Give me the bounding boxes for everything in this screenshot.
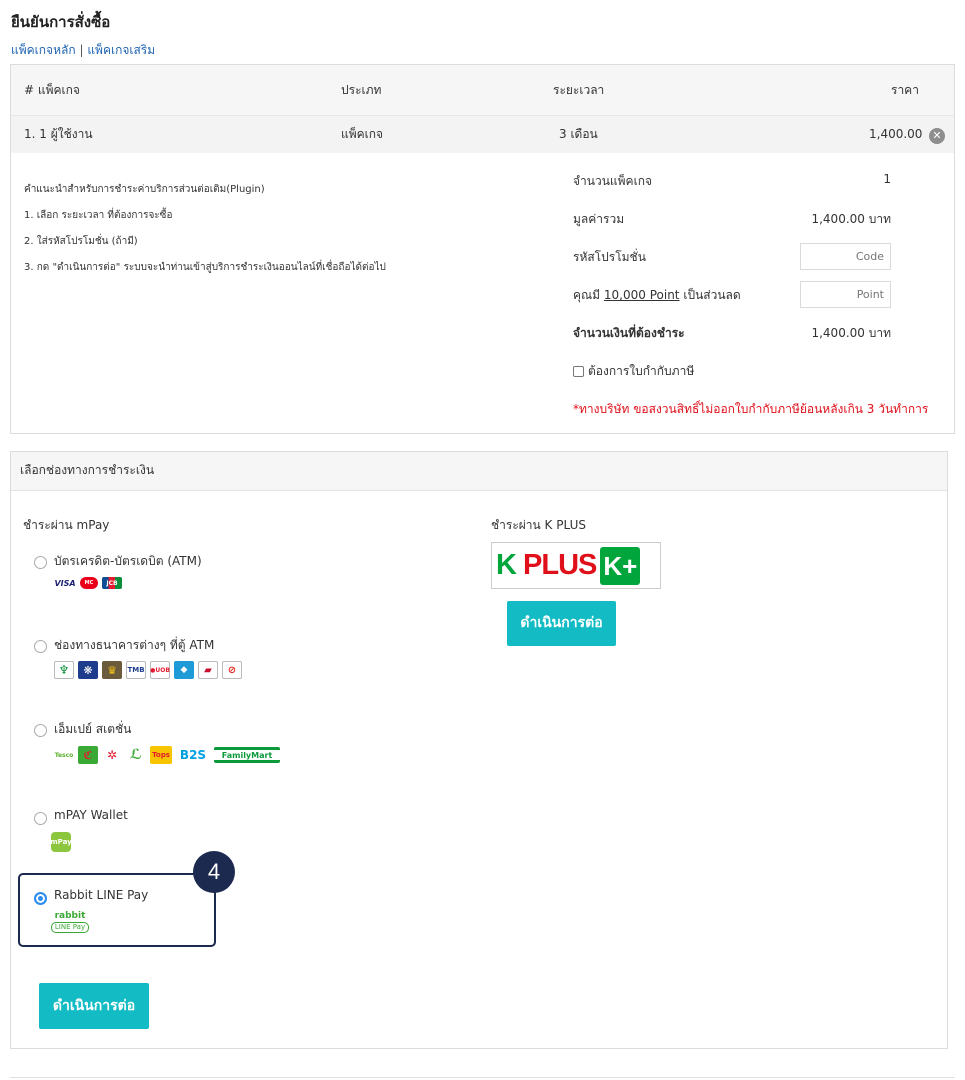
bay-icon: ♛ bbox=[102, 661, 122, 679]
col-package: # แพ็คเกจ bbox=[24, 83, 80, 97]
kplus-logo-plus: PLUS bbox=[523, 549, 597, 581]
amount-due-label: จำนวนเงินที่ต้องชำระ bbox=[573, 326, 685, 340]
option-credit-card-label: บัตรเครดิต-บัตรเดบิต (ATM) bbox=[54, 554, 202, 568]
continue-button[interactable]: ดำเนินการต่อ bbox=[39, 983, 149, 1029]
kplus-logo-text: K PLUS bbox=[496, 549, 597, 582]
close-icon[interactable]: ✕ bbox=[929, 128, 945, 144]
jcb-icon: JCB bbox=[102, 577, 122, 589]
selected-option-highlight bbox=[18, 873, 216, 947]
ktb-icon: ◆ bbox=[174, 661, 194, 679]
b2s-icon: B2S bbox=[176, 746, 210, 764]
bbl-icon: ❋ bbox=[78, 661, 98, 679]
mpay-icon: mPay bbox=[50, 832, 72, 852]
thanachart-icon: ⊘ bbox=[222, 661, 242, 679]
option-mpay-wallet-label: mPAY Wallet bbox=[54, 808, 128, 822]
table-row: 1. 1 ผู้ใช้งาน แพ็คเกจ 3 เดือน 1,400.00 … bbox=[11, 116, 954, 153]
option-atm-banks-label: ช่องทางธนาคารต่างๆ ที่ตู้ ATM bbox=[54, 638, 215, 652]
familymart-icon: FamilyMart bbox=[214, 747, 280, 763]
kplus-title: ชำระผ่าน K PLUS bbox=[491, 518, 586, 532]
cimb-icon: ▰ bbox=[198, 661, 218, 679]
package-links: แพ็คเกจหลัก | แพ็คเกจเสริม bbox=[11, 41, 155, 60]
tmb-icon: TMB bbox=[126, 661, 146, 679]
instruction-step-2: 2. ใส่รหัสโปรโมชั่น (ถ้ามี) bbox=[24, 236, 138, 247]
visa-icon: VISA bbox=[54, 577, 76, 589]
tops-icon: Tops bbox=[150, 746, 172, 764]
kplus-continue-button[interactable]: ดำเนินการต่อ bbox=[507, 601, 616, 646]
row-package-name: 1. 1 ผู้ใช้งาน bbox=[24, 127, 93, 141]
kplus-logo-k: K bbox=[496, 549, 517, 581]
order-panel: # แพ็คเกจ ประเภท ระยะเวลา ราคา 1. 1 ผู้ใ… bbox=[10, 64, 955, 434]
card-logos: VISA MC JCB bbox=[54, 577, 122, 589]
station-logos: Tesco ℭ ✲ ℒ Tops B2S FamilyMart bbox=[54, 746, 280, 764]
promo-label: รหัสโปรโมชั่น bbox=[573, 250, 646, 264]
kplus-badge-icon: K+ bbox=[600, 546, 641, 585]
points-suffix: เป็นส่วนลด bbox=[683, 288, 741, 302]
lotus-icon: ℭ bbox=[78, 746, 98, 764]
points-prefix: คุณมี bbox=[573, 288, 601, 302]
col-type: ประเภท bbox=[341, 83, 382, 97]
big-c-icon: ✲ bbox=[102, 746, 122, 764]
tax-warning: *ทางบริษัท ขอสงวนสิทธิ์ไม่ออกใบกำกับภาษี… bbox=[573, 402, 929, 416]
mpay-wallet-logo: mPay bbox=[50, 832, 72, 852]
payment-section-title: เลือกช่องทางการชำระเงิน bbox=[11, 452, 947, 491]
row-duration: 3 เดือน bbox=[559, 127, 598, 141]
kbank-icon: ♆ bbox=[54, 661, 74, 679]
col-price: ราคา bbox=[891, 83, 919, 97]
instruction-step-1: 1. เลือก ระยะเวลา ที่ต้องการจะซื้อ bbox=[24, 210, 173, 221]
option-mpay-station-label: เอ็มเปย์ สเตชั่น bbox=[54, 722, 132, 736]
amount-due-value: 1,400.00 บาท bbox=[811, 326, 891, 340]
radio-atm-banks[interactable] bbox=[34, 640, 47, 653]
supermarket-icon: ℒ bbox=[126, 746, 146, 764]
divider bbox=[10, 1077, 955, 1078]
tax-invoice-checkbox[interactable] bbox=[573, 366, 584, 377]
promo-code-input[interactable] bbox=[800, 243, 891, 270]
instruction-step-3: 3. กด "ดำเนินการต่อ" ระบบจะนำท่านเข้าสู่… bbox=[24, 262, 386, 273]
package-qty-label: จำนวนแพ็คเกจ bbox=[573, 174, 652, 188]
tax-invoice-option[interactable]: ต้องการใบกำกับภาษี bbox=[573, 362, 694, 381]
row-price: 1,400.00 bbox=[869, 127, 923, 141]
radio-mpay-station[interactable] bbox=[34, 724, 47, 737]
points-amount: 10,000 Point bbox=[603, 288, 680, 302]
link-separator: | bbox=[79, 43, 84, 57]
total-value: 1,400.00 บาท bbox=[811, 212, 891, 226]
table-header: # แพ็คเกจ ประเภท ระยะเวลา ราคา bbox=[11, 65, 954, 116]
points-input[interactable] bbox=[800, 281, 891, 308]
addon-package-link[interactable]: แพ็คเกจเสริม bbox=[87, 43, 155, 57]
main-package-link[interactable]: แพ็คเกจหลัก bbox=[11, 43, 76, 57]
bank-logos: ♆ ❋ ♛ TMB ●UOB ◆ ▰ ⊘ bbox=[54, 661, 242, 679]
uob-icon: ●UOB bbox=[150, 661, 170, 679]
tesco-lotus-icon: Tesco bbox=[54, 746, 74, 764]
row-type: แพ็คเกจ bbox=[341, 127, 384, 141]
kplus-logo: K PLUS K+ bbox=[491, 542, 661, 589]
col-duration: ระยะเวลา bbox=[553, 83, 605, 97]
package-qty-value: 1 bbox=[883, 172, 891, 186]
radio-mpay-wallet[interactable] bbox=[34, 812, 47, 825]
mastercard-icon: MC bbox=[80, 577, 98, 589]
radio-credit-card[interactable] bbox=[34, 556, 47, 569]
total-label: มูลค่ารวม bbox=[573, 212, 625, 226]
tax-invoice-label: ต้องการใบกำกับภาษี bbox=[588, 364, 695, 378]
points-line: คุณมี 10,000 Point เป็นส่วนลด bbox=[573, 286, 741, 305]
mpay-title: ชำระผ่าน mPay bbox=[23, 518, 110, 532]
page-title: ยืนยันการสั่งซื้อ bbox=[11, 13, 111, 31]
payment-panel: เลือกช่องทางการชำระเงิน ชำระผ่าน mPay ชำ… bbox=[10, 451, 948, 1049]
step-badge: 4 bbox=[193, 851, 235, 893]
instructions-heading: คำแนะนำสำหรับการชำระค่าบริการส่วนต่อเติม… bbox=[24, 184, 265, 195]
